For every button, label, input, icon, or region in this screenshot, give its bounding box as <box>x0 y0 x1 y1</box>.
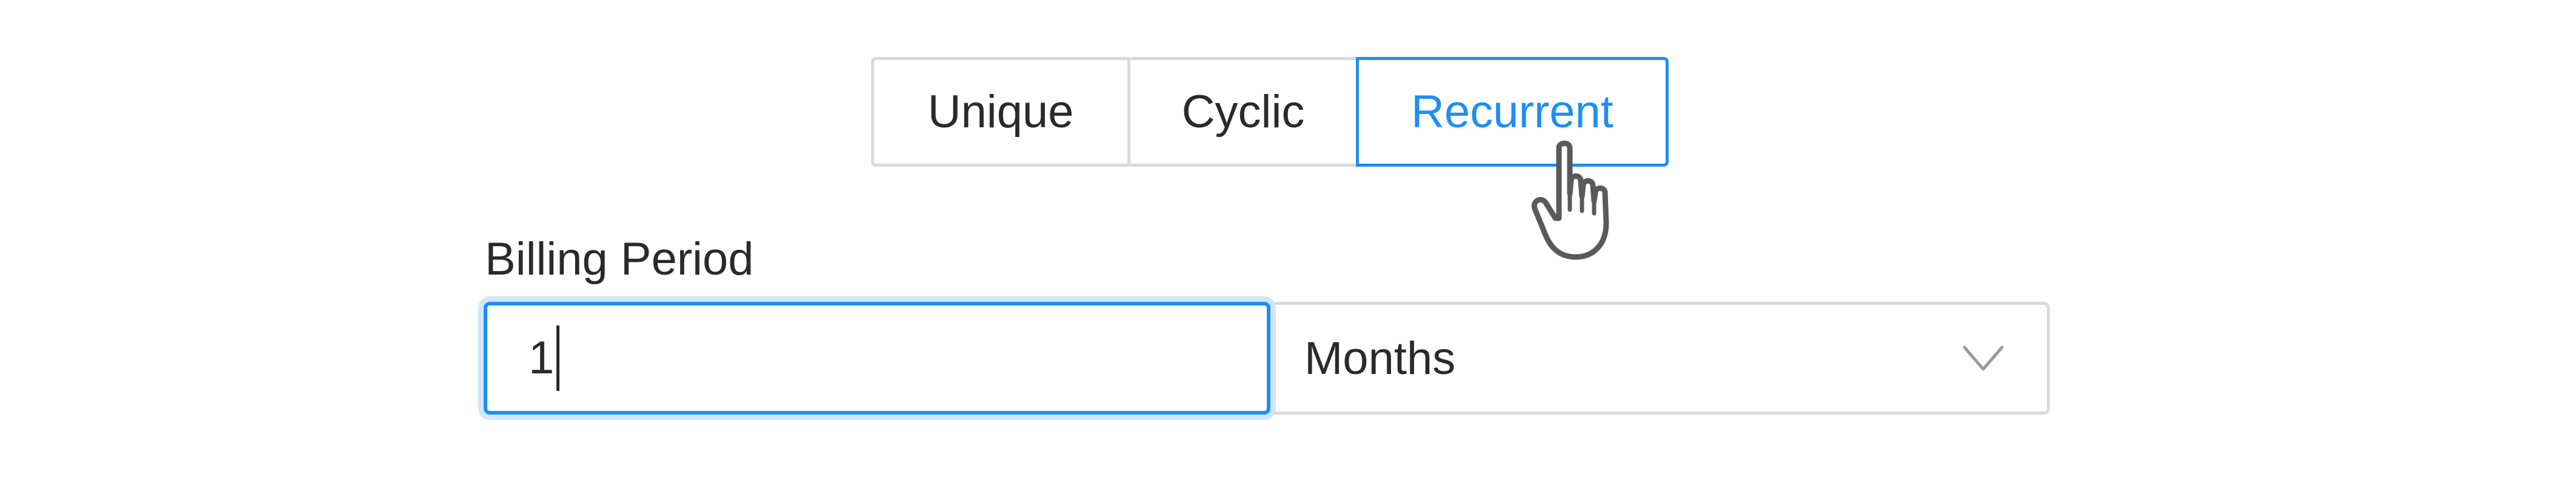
chevron-down-icon <box>1963 345 2004 371</box>
billing-period-input[interactable]: 1 <box>484 302 1270 415</box>
text-caret <box>556 325 560 391</box>
billing-period-label: Billing Period <box>485 233 754 285</box>
billing-unit-select[interactable]: Months <box>1269 302 2050 415</box>
tab-unique[interactable]: Unique <box>871 57 1130 167</box>
tab-cyclic[interactable]: Cyclic <box>1130 57 1359 167</box>
billing-unit-value: Months <box>1304 332 1456 384</box>
hand-pointer-icon <box>1531 141 1609 260</box>
billing-period-value: 1 <box>529 332 555 384</box>
billing-period-group: 1 Months <box>484 302 2050 415</box>
